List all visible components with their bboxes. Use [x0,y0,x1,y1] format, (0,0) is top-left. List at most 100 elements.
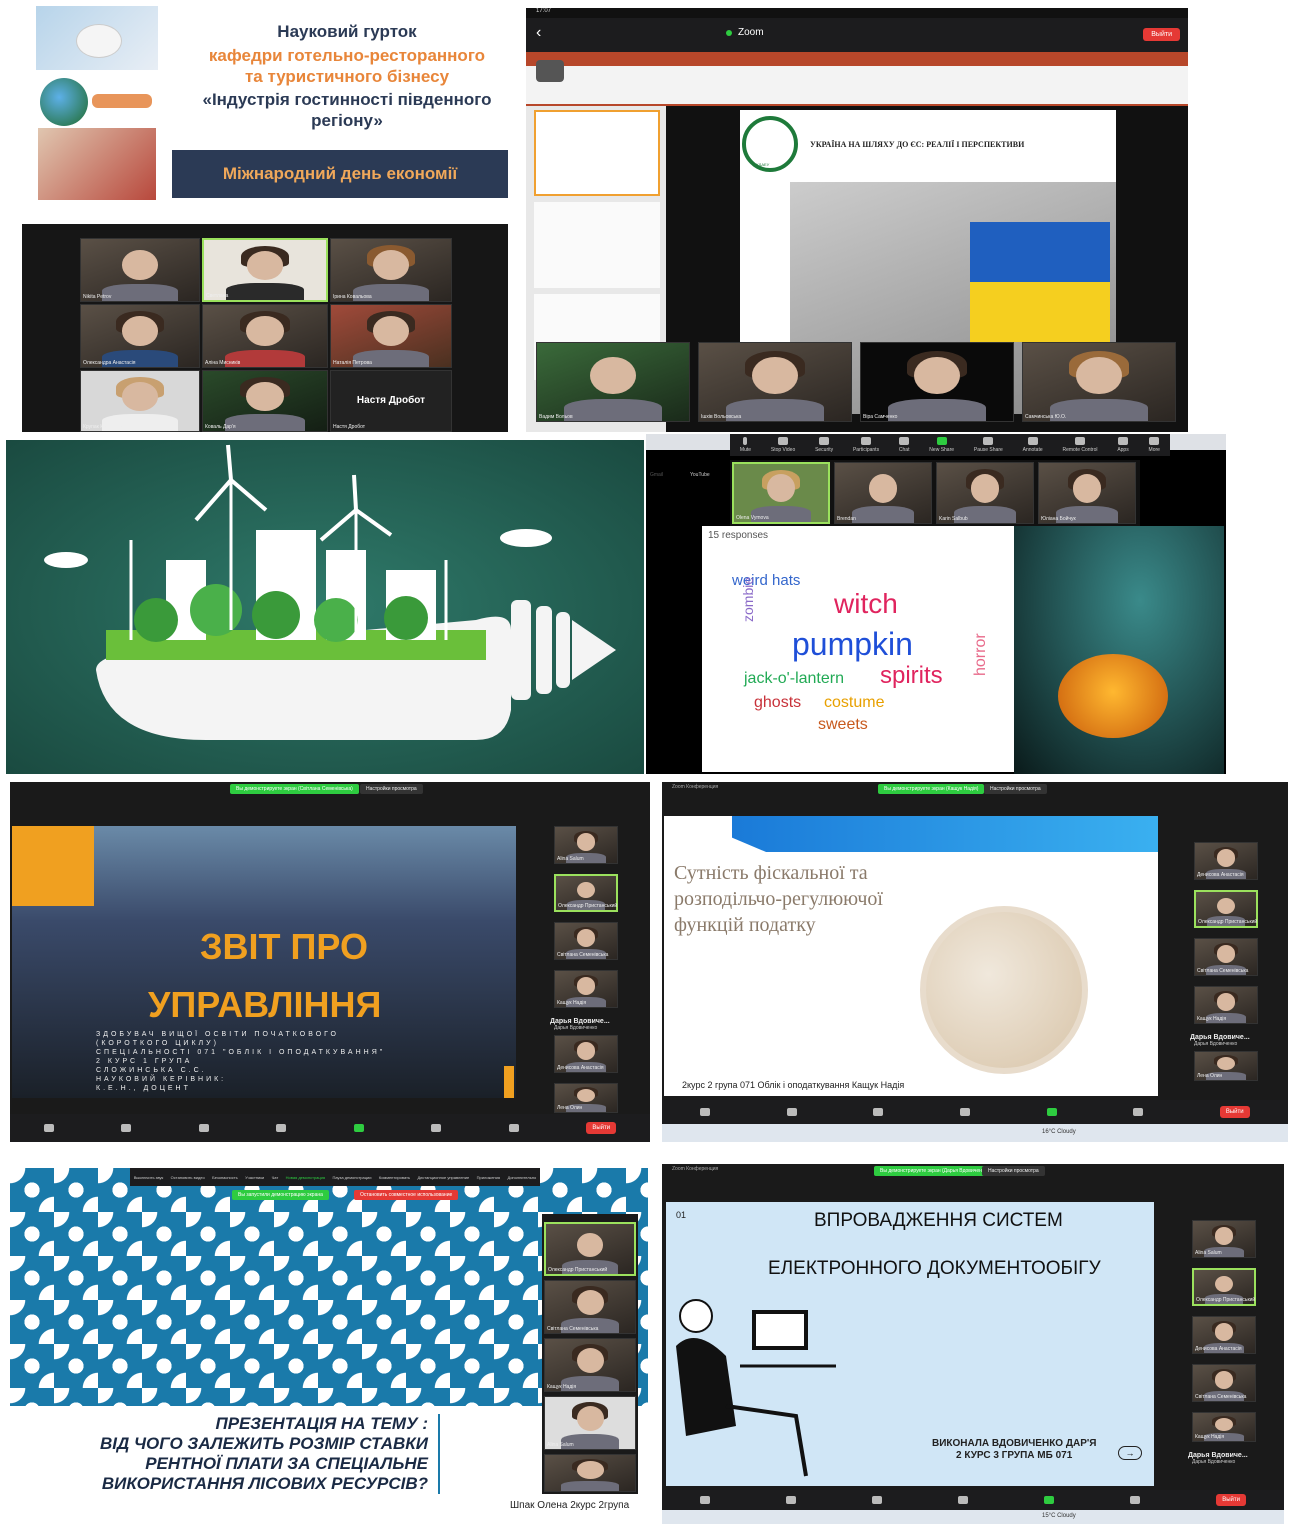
video-tile[interactable]: Денисова Анастасія [554,1035,618,1073]
gmail-tab[interactable]: Gmail [650,472,663,478]
video-tile[interactable]: Олександр Пристанський [554,874,618,912]
video-tile[interactable]: Кащук Надія [554,970,618,1008]
stop-video-button[interactable]: Остановить видео [171,1175,205,1180]
video-tile[interactable]: Кащук Надія [1192,1412,1256,1442]
chat-icon[interactable] [276,1124,287,1132]
sharing-banner[interactable]: Вы демонстрируете экран (Кащук Надія) [878,784,985,794]
video-tile[interactable]: Nikita Petrov [80,238,200,302]
video-tile[interactable]: Денисова Анастасія [1194,842,1258,880]
video-tile[interactable]: Кащук Надія [544,1338,636,1392]
video-tile[interactable] [544,1454,636,1492]
word-spirits: spirits [880,662,943,689]
record-icon[interactable] [1130,1496,1141,1504]
mic-icon[interactable] [700,1496,711,1504]
camera-icon[interactable] [786,1496,797,1504]
leave-button[interactable]: Выйти [1219,1106,1250,1118]
participants-icon[interactable] [872,1496,883,1504]
video-tile[interactable]: Светлана [202,238,328,302]
new-share-button[interactable]: Новая демонстрация [286,1175,325,1180]
region-line2: регіону» [311,111,383,130]
apps-button[interactable]: Приложения [477,1175,500,1180]
chat-icon[interactable] [960,1108,971,1116]
video-tile[interactable]: Крупак Катерина [80,370,200,432]
video-tile[interactable]: Кащук Надія [1194,986,1258,1024]
record-icon[interactable] [431,1124,442,1132]
chat-button[interactable]: Chat [899,437,909,453]
video-tile[interactable]: Аліна Мисників [202,304,328,368]
share-screen-icon[interactable] [1044,1496,1055,1504]
security-button[interactable]: Security [815,437,833,453]
pause-share-button[interactable]: Pause Share [974,437,1003,453]
video-tile[interactable]: Лена Олин [1194,1051,1258,1081]
video-tile[interactable]: Ішхів Вольовська [698,342,852,422]
share-screen-icon[interactable] [353,1124,364,1132]
video-tile[interactable]: Вадим Вольов [536,342,690,422]
mute-button[interactable]: Выключить звук [134,1175,164,1180]
slide-number: 01 [676,1210,687,1220]
video-tile[interactable]: Коваль Дар'я [202,370,328,432]
weather-widget[interactable]: 16°C Cloudy [1042,1129,1076,1135]
video-tile[interactable]: Олександр Пристанський [1194,890,1258,928]
leave-button[interactable]: Выйти [586,1122,617,1134]
next-arrow-icon[interactable]: → [1118,1446,1142,1460]
video-tile[interactable]: Karin Salbub [936,462,1034,524]
annotate-button[interactable]: Комментировать [379,1175,410,1180]
pause-share-button[interactable]: Пауза демонстрации [332,1175,371,1180]
video-tile[interactable]: Олександр Пристанський [544,1222,636,1276]
participants-button[interactable]: Participants [853,437,879,453]
video-tile[interactable]: Brendan [834,462,932,524]
video-tile[interactable]: Олександра Анастасія [80,304,200,368]
youtube-tab[interactable]: YouTube [690,472,710,478]
apps-button[interactable]: Apps [1117,437,1129,453]
stop-video-button[interactable]: Stop Video [771,437,795,453]
chat-icon[interactable] [958,1496,969,1504]
video-tile[interactable]: Віра Самченко [860,342,1014,422]
participants-icon[interactable] [198,1124,209,1132]
participants-button[interactable]: Участники [245,1175,264,1180]
sharing-banner[interactable]: Вы демонстрируете экран (Світлана Семені… [230,784,359,794]
mic-icon[interactable] [700,1108,711,1116]
leave-button[interactable]: Выйти [1216,1494,1246,1506]
view-options-button[interactable]: Настройки просмотра [982,1166,1045,1176]
back-arrow-icon[interactable]: ‹ [536,24,541,42]
share-screen-icon[interactable] [1046,1108,1057,1116]
video-tile[interactable]: Денисова Анастасія [1192,1316,1256,1354]
video-tile[interactable]: Світлана Семенівська [554,922,618,960]
mic-icon[interactable] [43,1124,54,1132]
remote-control-button[interactable]: Дистанционное управление [417,1175,469,1180]
video-tile-speaker[interactable]: Настя Дробот Настя Дробот [330,370,452,432]
video-tile[interactable]: Світлана Семенівська [1194,938,1258,976]
camera-icon[interactable] [536,60,564,82]
security-button[interactable]: Безопасность [212,1175,238,1180]
leave-button[interactable]: Выйти [1143,28,1180,41]
video-tile[interactable]: Самчинська Ю.О. [1022,342,1176,422]
view-options-button[interactable]: Настройки просмотра [360,784,423,794]
more-button[interactable]: Дополнительно [507,1175,536,1180]
record-icon[interactable] [1133,1108,1144,1116]
more-button[interactable]: More [1149,437,1160,453]
video-tile[interactable]: Ірина Ковальова [330,238,452,302]
video-tile[interactable]: Світлана Семенівська [544,1280,636,1334]
camera-icon[interactable] [786,1108,797,1116]
new-share-button[interactable]: New Share [929,437,954,453]
chat-button[interactable]: Чат [272,1175,279,1180]
video-tile[interactable]: Alina Salum [544,1396,636,1450]
reactions-icon[interactable] [508,1124,519,1132]
mute-button[interactable]: Mute [740,437,751,453]
video-tile[interactable]: Olena Vymova [732,462,830,524]
sharing-banner[interactable]: Вы демонстрируете экран (Дарья Вдовиченк… [874,1166,995,1176]
video-tile[interactable]: Юліана Бойчук [1038,462,1136,524]
annotate-button[interactable]: Annotate [1023,437,1043,453]
participants-icon[interactable] [873,1108,884,1116]
view-options-button[interactable]: Настройки просмотра [984,784,1047,794]
video-tile[interactable]: Alina Salum [554,826,618,864]
video-tile[interactable]: Світлана Семенівська [1192,1364,1256,1402]
stop-share-button[interactable]: Остановить совместное использование [354,1190,459,1200]
remote-control-button[interactable]: Remote Control [1062,437,1097,453]
video-tile[interactable]: Наталія Петрова [330,304,452,368]
weather-widget[interactable]: 15°C Cloudy [1042,1513,1076,1519]
camera-icon[interactable] [121,1124,132,1132]
video-tile[interactable]: Олександр Пристанський [1192,1268,1256,1306]
video-tile[interactable]: Лена Олин [554,1083,618,1113]
video-tile[interactable]: Alina Salum [1192,1220,1256,1258]
